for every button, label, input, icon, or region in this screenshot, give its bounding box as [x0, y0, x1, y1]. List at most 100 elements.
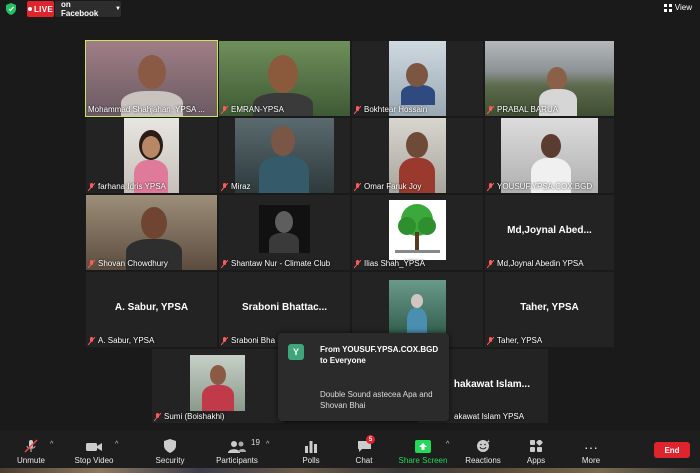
- mic-muted-icon: [354, 259, 361, 268]
- reactions-button[interactable]: + Reactions: [462, 430, 504, 473]
- participant-tile[interactable]: Ilias Shah_YPSA: [352, 195, 483, 270]
- participant-tile[interactable]: Mohammad Shahjahan, YPSA ...: [85, 40, 218, 117]
- participants-options-chevron[interactable]: ^: [266, 441, 269, 448]
- participant-name: Md,Joynal Abedin YPSA: [487, 259, 584, 268]
- mic-muted-icon: [221, 259, 228, 268]
- participant-name: Taher, YPSA: [487, 336, 542, 345]
- participant-display-name: Sraboni Bhattac...: [241, 302, 327, 313]
- participant-tile[interactable]: farhana Idris YPSA: [86, 118, 217, 193]
- participant-name: farhana Idris YPSA: [88, 182, 166, 191]
- participant-display-name: Md,Joynal Abed...: [507, 225, 592, 236]
- ellipsis-icon: ···: [584, 439, 598, 455]
- chat-unread-badge: 5: [366, 435, 375, 444]
- mic-muted-icon: [88, 182, 95, 191]
- participant-tile[interactable]: Omar Faruk Joy: [352, 118, 483, 193]
- participant-name: EMRAN-YPSA: [221, 105, 284, 114]
- notification-message: Double Sound astecea Apa and Shovan Bhai: [320, 390, 433, 410]
- unmute-button[interactable]: Unmute: [10, 430, 52, 473]
- grid-icon: [663, 3, 672, 12]
- participant-tile[interactable]: Bokhtear Hossain: [352, 41, 483, 116]
- facebook-stream-dropdown[interactable]: on Facebook ▼: [55, 0, 121, 18]
- end-meeting-button[interactable]: End: [654, 442, 690, 458]
- participant-name: Shantaw Nur - Climate Club: [221, 259, 330, 268]
- share-screen-icon: [415, 440, 431, 453]
- sender-avatar: Y: [288, 344, 304, 360]
- video-feed: [259, 205, 310, 253]
- live-label: LIVE: [34, 4, 53, 14]
- participant-name: Ilias Shah_YPSA: [354, 259, 425, 268]
- smiley-plus-icon: +: [476, 439, 490, 452]
- view-button[interactable]: View: [663, 3, 692, 12]
- participant-name: PRABAL BARUA: [487, 105, 558, 114]
- platform-label: on Facebook: [61, 0, 99, 18]
- stop-video-button[interactable]: Stop Video: [70, 430, 118, 473]
- view-label: View: [674, 3, 692, 12]
- participant-name: Sraboni Bha: [221, 336, 275, 345]
- video-feed: [389, 200, 446, 260]
- participant-display-name: A. Sabur, YPSA: [114, 302, 189, 313]
- participant-tile[interactable]: Taher, YPSA Taher, YPSA: [485, 272, 614, 347]
- video-feed: [389, 280, 446, 338]
- people-icon: [228, 441, 246, 453]
- live-badge[interactable]: LIVE: [27, 1, 54, 17]
- participants-count: 19: [251, 438, 260, 447]
- bar-chart-icon: [305, 441, 317, 453]
- apps-button[interactable]: Apps: [520, 430, 552, 473]
- participant-name: Mohammad Shahjahan, YPSA ...: [88, 105, 205, 114]
- mic-muted-icon: [221, 182, 228, 191]
- participant-display-name: Taher, YPSA: [520, 302, 579, 313]
- participant-tile[interactable]: Shovan Chowdhury: [86, 195, 217, 270]
- mic-muted-icon: [354, 182, 361, 191]
- participant-name: Omar Faruk Joy: [354, 182, 421, 191]
- chat-notification[interactable]: Y From YOUSUF.YPSA.COX.BGD to Everyone D…: [278, 333, 449, 421]
- participant-tile[interactable]: Sumi (Boishakhi): [152, 349, 283, 423]
- participant-name: A. Sabur, YPSA: [88, 336, 154, 345]
- notification-from: From YOUSUF.YPSA.COX.BGD to Everyone: [320, 345, 439, 365]
- participant-tile[interactable]: Miraz: [219, 118, 350, 193]
- mic-muted-icon: [487, 259, 494, 268]
- security-button[interactable]: Security: [150, 430, 190, 473]
- participant-tile[interactable]: A. Sabur, YPSA A. Sabur, YPSA: [86, 272, 217, 347]
- participant-name: Miraz: [221, 182, 251, 191]
- mic-muted-icon: [487, 336, 494, 345]
- participants-button[interactable]: Participants: [212, 430, 262, 473]
- shield-icon: [164, 439, 176, 453]
- mic-muted-icon: [354, 105, 361, 114]
- participant-name: Bokhtear Hossain: [354, 105, 427, 114]
- mic-muted-icon: [24, 439, 38, 453]
- share-screen-button[interactable]: Share Screen: [395, 430, 451, 473]
- participant-name: Sumi (Boishakhi): [154, 412, 224, 421]
- mic-muted-icon: [487, 105, 494, 114]
- meeting-toolbar: Unmute ^ Stop Video ^ Security Participa…: [0, 430, 700, 473]
- tree-logo: [395, 204, 440, 253]
- shield-icon[interactable]: [6, 3, 16, 15]
- video-options-chevron[interactable]: ^: [115, 441, 118, 448]
- mic-muted-icon: [221, 336, 228, 345]
- svg-text:+: +: [487, 439, 490, 445]
- mic-muted-icon: [487, 182, 494, 191]
- taskbar-strip: [0, 468, 700, 473]
- mic-muted-icon: [88, 259, 95, 268]
- video-feed: [190, 355, 245, 411]
- audio-options-chevron[interactable]: ^: [50, 441, 53, 448]
- participant-tile[interactable]: YOUSUF.YPSA.COX.BGD: [485, 118, 614, 193]
- mic-muted-icon: [88, 336, 95, 345]
- share-options-chevron[interactable]: ^: [446, 441, 449, 448]
- participant-tile[interactable]: PRABAL BARUA: [485, 41, 614, 116]
- more-button[interactable]: ··· More: [574, 430, 608, 473]
- video-camera-icon: [86, 443, 102, 451]
- participant-name: Shovan Chowdhury: [88, 259, 168, 268]
- polls-button[interactable]: Polls: [294, 430, 328, 473]
- apps-icon: [529, 440, 543, 452]
- participant-tile[interactable]: EMRAN-YPSA: [219, 41, 350, 116]
- top-bar: LIVE on Facebook ▼ View: [0, 0, 700, 18]
- participant-tile[interactable]: Md,Joynal Abed... Md,Joynal Abedin YPSA: [485, 195, 614, 270]
- participant-tile[interactable]: Shantaw Nur - Climate Club: [219, 195, 350, 270]
- live-dot-icon: [28, 7, 32, 11]
- chat-button[interactable]: Chat: [347, 430, 381, 473]
- mic-muted-icon: [154, 412, 161, 421]
- participant-name: YOUSUF.YPSA.COX.BGD: [487, 182, 592, 191]
- caret-down-icon: ▼: [115, 6, 121, 12]
- mic-muted-icon: [221, 105, 228, 114]
- participant-name: akawat Islam YPSA: [454, 412, 525, 421]
